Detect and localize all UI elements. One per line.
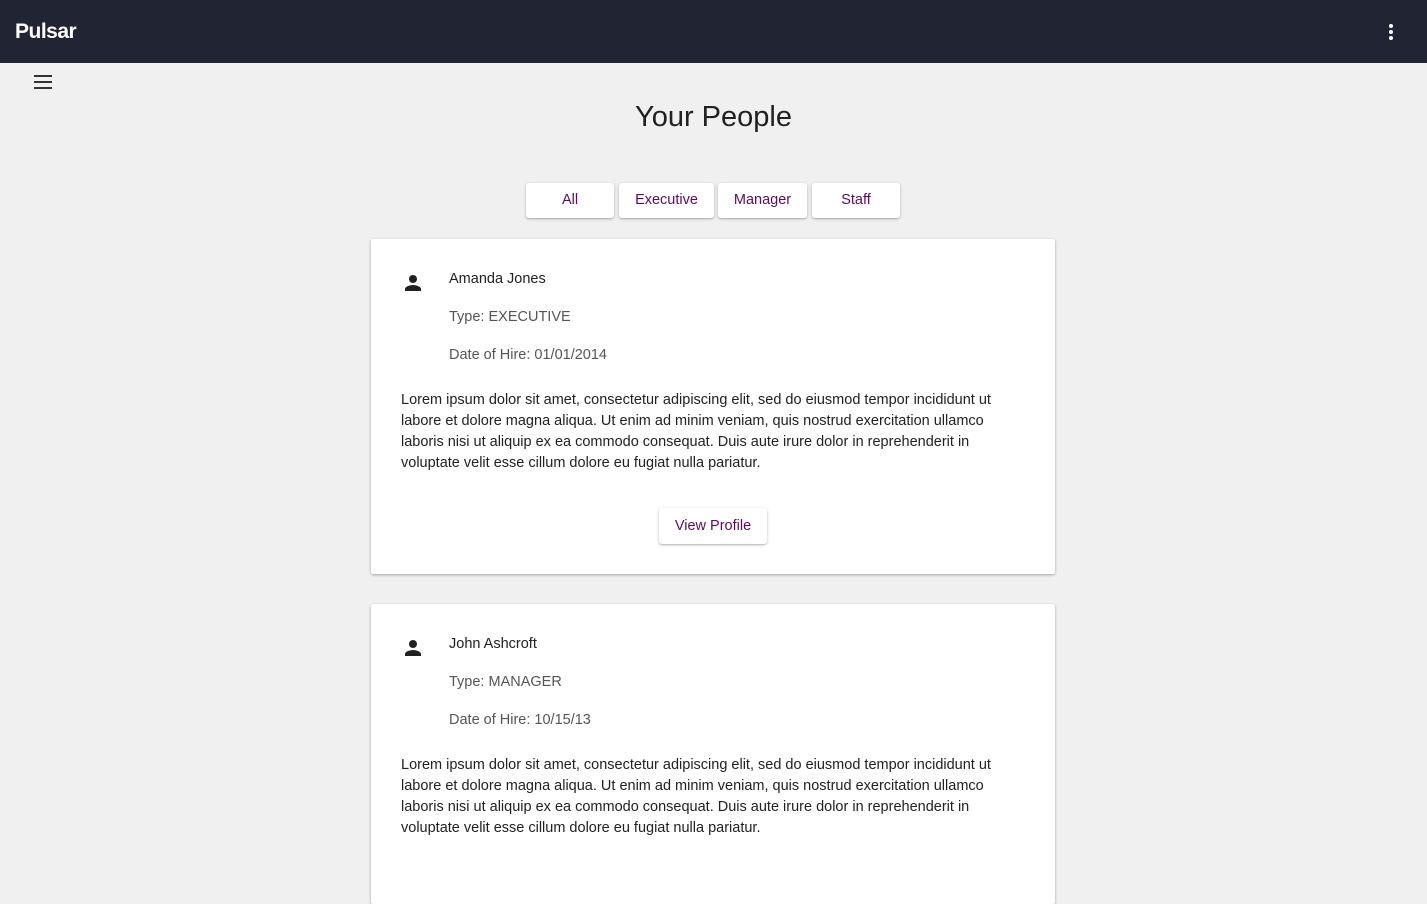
person-type: Type: EXECUTIVE (449, 309, 571, 325)
person-type: Type: MANAGER (449, 674, 562, 690)
page-title: Your People (635, 101, 792, 133)
hamburger-menu-icon[interactable] (28, 68, 58, 96)
person-hire-date: Date of Hire: 10/15/13 (449, 712, 591, 728)
filter-staff-button[interactable]: Staff (812, 183, 900, 218)
person-icon (405, 640, 421, 656)
filter-all-button[interactable]: All (526, 183, 614, 218)
person-card: John Ashcroft Type: MANAGER Date of Hire… (371, 604, 1055, 904)
person-name: Amanda Jones (449, 271, 546, 287)
view-profile-button[interactable]: View Profile (659, 508, 767, 544)
person-card: Amanda Jones Type: EXECUTIVE Date of Hir… (371, 239, 1055, 574)
person-bio: Lorem ipsum dolor sit amet, consectetur … (401, 757, 991, 836)
more-vert-icon[interactable] (1376, 17, 1406, 47)
filter-executive-button[interactable]: Executive (619, 183, 714, 218)
person-hire-date: Date of Hire: 01/01/2014 (449, 347, 607, 363)
app-bar: Pulsar (0, 0, 1427, 63)
app-title: Pulsar (15, 20, 77, 43)
person-icon (405, 275, 421, 291)
person-bio: Lorem ipsum dolor sit amet, consectetur … (401, 392, 991, 471)
person-name: John Ashcroft (449, 636, 537, 652)
filter-manager-button[interactable]: Manager (718, 183, 807, 218)
